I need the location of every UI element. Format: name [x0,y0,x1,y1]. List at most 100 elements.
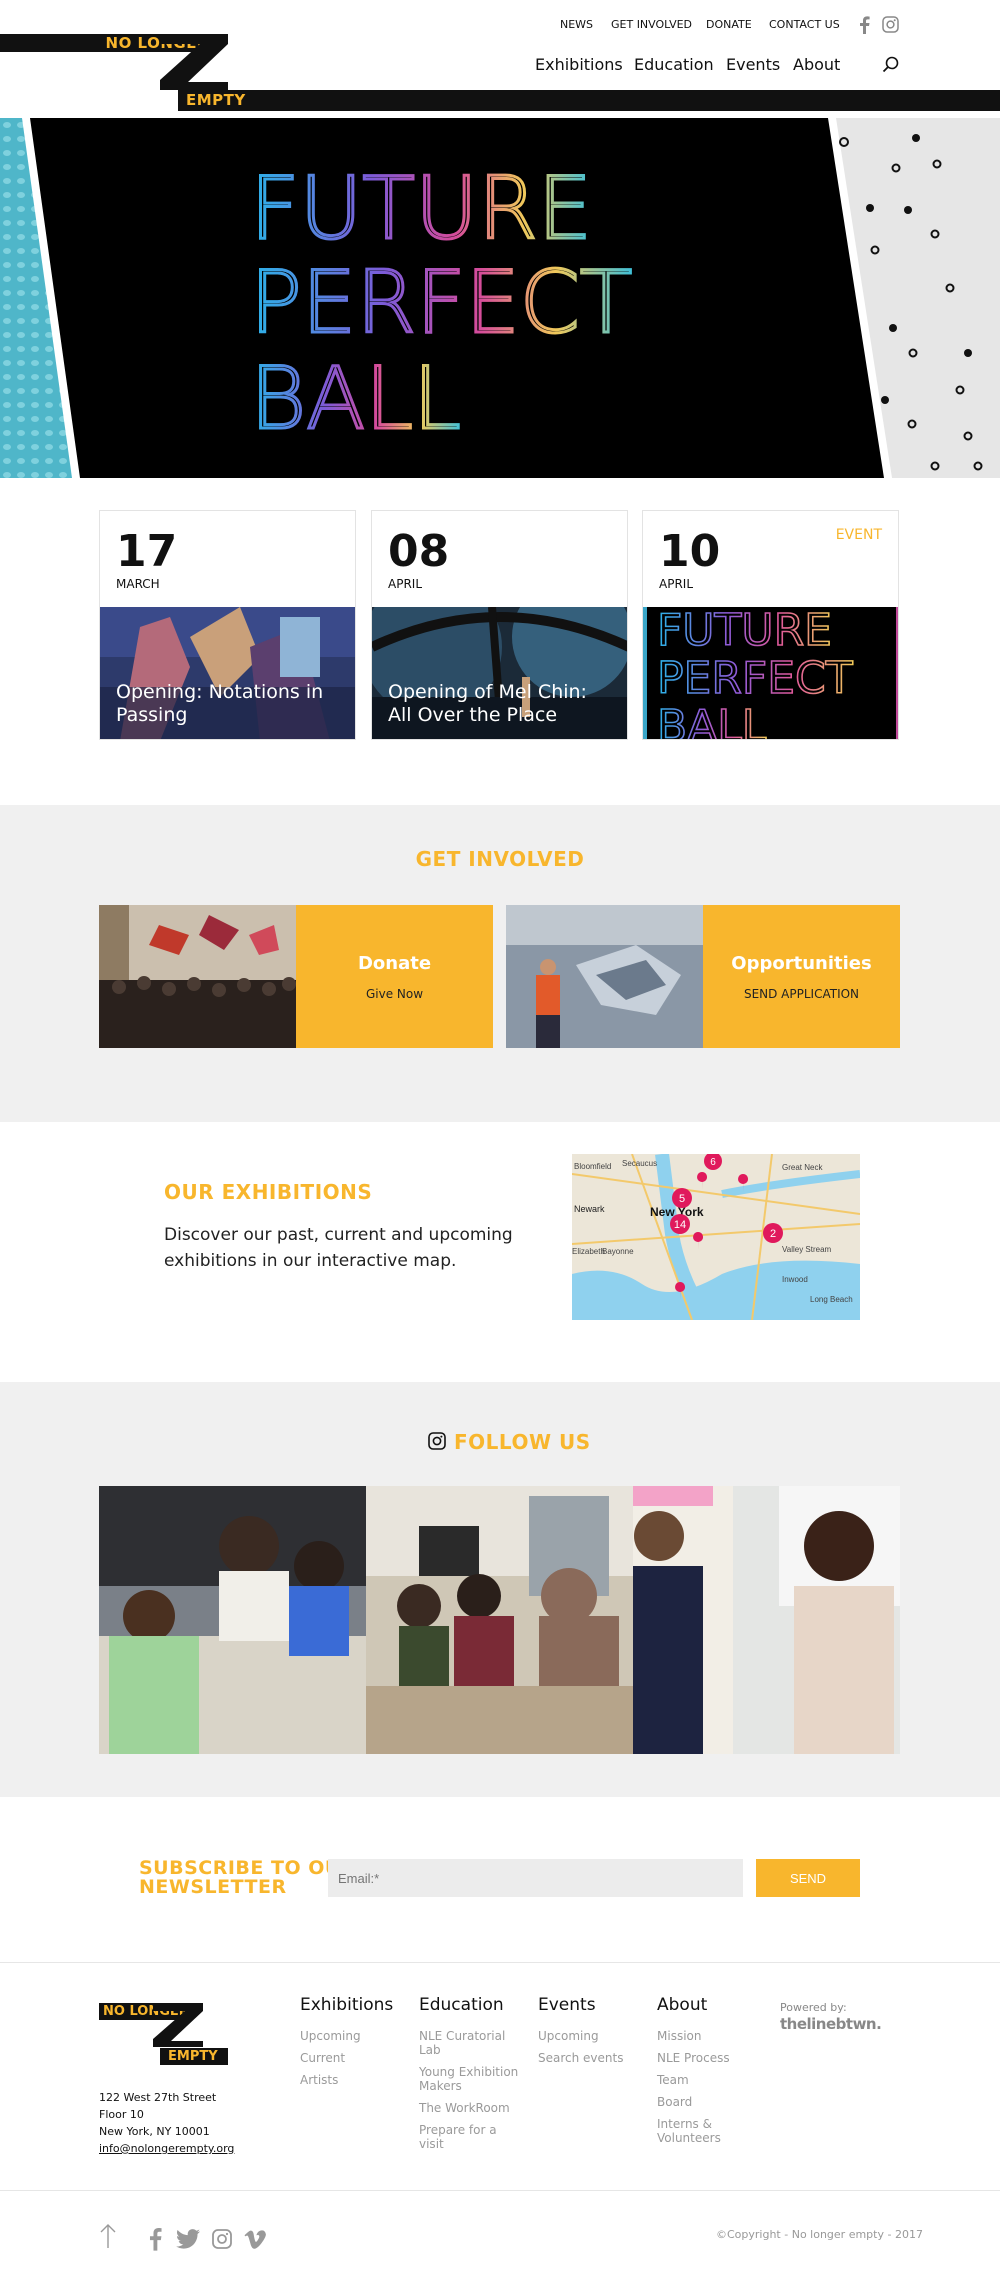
map-label: Bayonne [602,1247,634,1256]
map-pin[interactable]: 5 [672,1188,692,1208]
event-image: Opening of Mel Chin: All Over the Place [372,607,627,739]
nav-exhibitions[interactable]: Exhibitions [535,55,623,74]
footer-link[interactable]: Prepare for a visit [419,2123,519,2151]
nav-get-involved[interactable]: GET INVOLVED [611,18,692,34]
footer-heading[interactable]: About [657,1995,757,2015]
footer-logo-bar: EMPTY [160,2048,228,2065]
footer-col-about: About Mission NLE Process Team Board Int… [657,1995,757,2153]
follow-title: FOLLOW US [454,1430,591,1454]
logo-bottom-text: EMPTY [186,91,246,109]
nav-contact-us[interactable]: CONTACT US [769,18,840,34]
back-to-top-icon[interactable] [99,2223,117,2249]
instagram-feed[interactable] [99,1486,900,1754]
opportunities-box[interactable]: Opportunities SEND APPLICATION [506,905,900,1048]
instagram-photo[interactable] [99,1486,366,1754]
footer-link[interactable]: Upcoming [300,2029,400,2043]
nav-news[interactable]: NEWS [560,18,593,34]
nav-donate[interactable]: DONATE [706,18,752,34]
hero-banner[interactable]: FUTURE PERFECT BALL [0,118,1000,478]
vimeo-icon[interactable] [244,2230,266,2249]
follow-section: FOLLOW US [0,1382,1000,1797]
address-line: New York, NY 10001 [99,2125,210,2138]
send-button[interactable]: SEND [756,1859,860,1897]
map-label: Great Neck [782,1163,823,1172]
hero-line-2: PERFECT [250,253,632,353]
card-hero-line-1: FUTURE [657,607,832,656]
footer-link[interactable]: Young Exhibition Makers [419,2065,519,2093]
footer-link[interactable]: Current [300,2051,400,2065]
event-card[interactable]: 17 MARCH Opening: Notations in Passing [99,510,356,740]
opportunities-photo [506,905,703,1048]
footer-link[interactable]: Search events [538,2051,638,2065]
copyright: ©Copyright - No longer empty - 2017 [716,2228,923,2241]
nav-about[interactable]: About [793,55,840,74]
logo-z-mark [160,34,228,90]
footer-col-exhibitions: Exhibitions Upcoming Current Artists [300,1995,400,2095]
footer-logo-z [153,2003,203,2047]
event-day: 17 [116,526,178,577]
footer-heading[interactable]: Education [419,1995,519,2015]
donate-box[interactable]: Donate Give Now [99,905,493,1048]
event-card[interactable]: 10 APRIL EVENT FUTURE PERFECT BALL [642,510,899,740]
instagram-icon[interactable] [212,2229,232,2249]
map-label: Inwood [782,1275,808,1284]
hero-graphic: FUTURE PERFECT BALL [0,118,1000,478]
card-hero-line-2: PERFECT [657,653,853,704]
newsletter-title-2: NEWSLETTER [139,1876,287,1898]
footer-link[interactable]: Team [657,2073,757,2087]
search-icon[interactable] [882,56,900,74]
facebook-icon[interactable] [858,16,870,34]
get-involved-title: GET INVOLVED [415,847,585,871]
nav-education[interactable]: Education [634,55,714,74]
footer-link[interactable]: The WorkRoom [419,2101,519,2115]
footer-link[interactable]: Interns & Volunteers [657,2117,737,2145]
map-label: Newark [574,1204,605,1214]
logo-bottom-bar: EMPTY [178,90,1000,111]
footer-link[interactable]: Upcoming [538,2029,638,2043]
opportunities-subtitle: SEND APPLICATION [743,987,860,1001]
instagram-icon[interactable] [428,1432,446,1450]
footer-heading[interactable]: Exhibitions [300,1995,400,2015]
exhibitions-map[interactable]: Bloomfield Secaucus Newark New York Bayo… [572,1154,860,1320]
event-image: FUTURE PERFECT BALL [643,607,898,740]
event-card[interactable]: 08 APRIL Opening of Mel Chin: All Over t… [371,510,628,740]
email-field[interactable] [328,1859,743,1897]
powered-by-label: Powered by: [780,2001,847,2014]
donate-subtitle: Give Now [365,987,424,1001]
twitter-icon[interactable] [176,2229,200,2249]
event-title: Opening: Notations in Passing [116,681,324,726]
facebook-icon[interactable] [148,2227,162,2251]
nav-events[interactable]: Events [726,55,780,74]
address-line: Floor 10 [99,2108,144,2121]
donate-cta[interactable]: Donate Give Now [296,905,493,1048]
footer-email-link[interactable]: info@nolongerempty.org [99,2140,234,2157]
event-day: 08 [388,526,450,577]
footer-link[interactable]: NLE Curatorial Lab [419,2029,519,2057]
exhibitions-section: OUR EXHIBITIONS Discover our past, curre… [0,1122,1000,1382]
svg-text:14: 14 [674,1219,686,1231]
svg-text:6: 6 [710,1157,716,1168]
opportunities-cta[interactable]: Opportunities SEND APPLICATION [703,905,900,1048]
footer-link[interactable]: Board [657,2095,757,2109]
svg-text:2: 2 [770,1228,776,1240]
map-pin[interactable]: 14 [670,1214,690,1234]
svg-text:5: 5 [679,1193,685,1205]
footer-link[interactable]: Mission [657,2029,757,2043]
footer-col-education: Education NLE Curatorial Lab Young Exhib… [419,1995,519,2159]
exhibitions-text: Discover our past, current and upcoming … [164,1225,513,1271]
instagram-photo[interactable] [366,1486,633,1754]
site-footer: NO LONGER EMPTY 122 West 27th Street Flo… [0,1962,1000,2281]
powered-by-brand[interactable]: thelinebtwn. [780,2015,882,2033]
map-pin[interactable]: 2 [763,1223,783,1243]
footer-link[interactable]: Artists [300,2073,400,2087]
footer-link[interactable]: NLE Process [657,2051,757,2065]
event-title: Opening of Mel Chin: All Over the Place [388,681,587,726]
exhibitions-title: OUR EXHIBITIONS [164,1180,373,1204]
event-day: 10 [659,526,721,577]
instagram-icon[interactable] [882,16,899,33]
footer-heading[interactable]: Events [538,1995,638,2015]
card-hero-line-3: BALL [657,701,767,740]
address-line: 122 West 27th Street [99,2091,217,2104]
newsletter-section: SUBSCRIBE TO OUR NEWSLETTER SEND [0,1797,1000,1962]
instagram-photo[interactable] [633,1486,900,1754]
